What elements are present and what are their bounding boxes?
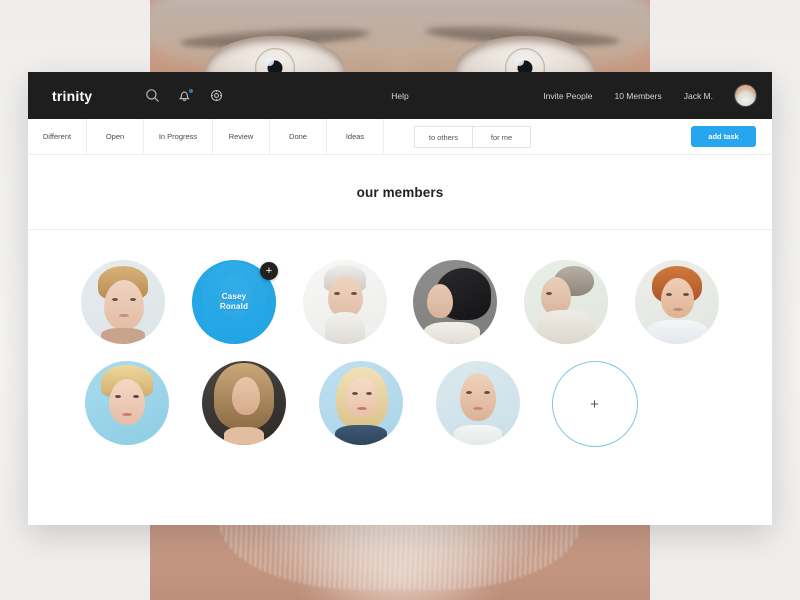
member-avatar-5[interactable]: [524, 260, 609, 344]
avatar-face: [108, 379, 145, 425]
member-avatar-6[interactable]: [634, 260, 719, 344]
section-header: our members: [28, 155, 772, 230]
avatar-mouth: [119, 314, 130, 317]
tab-bar: Different Open In Progress Review Done I…: [28, 119, 772, 155]
top-navigation-bar: trinity Help Invite People 10 Members Ja…: [28, 72, 772, 119]
members-count-label[interactable]: 10 Members: [614, 91, 661, 101]
members-grid: Casey Ronald + +: [28, 230, 772, 464]
notification-badge: [189, 89, 194, 93]
member-cell-5: [511, 260, 622, 344]
member-avatar-10[interactable]: [435, 361, 520, 445]
current-user-name[interactable]: Jack M.: [684, 91, 713, 101]
avatar-eye-right: [682, 293, 689, 296]
avatar-eye-right: [130, 298, 137, 301]
member-cell-1: [68, 260, 179, 344]
page-title: our members: [356, 184, 444, 200]
help-link[interactable]: Help: [391, 91, 408, 101]
avatar-eye-right: [350, 292, 357, 295]
member-avatar-4[interactable]: [413, 260, 498, 344]
member-avatar-3[interactable]: [302, 260, 387, 344]
member-cell-3: [289, 260, 400, 344]
avatar-face: [104, 280, 145, 330]
member-last-name: Ronald: [219, 302, 249, 311]
avatar-face: [231, 377, 260, 415]
gear-icon[interactable]: [209, 88, 224, 103]
add-member-cell: +: [536, 361, 653, 447]
avatar[interactable]: [735, 85, 756, 106]
app-logo[interactable]: trinity: [52, 88, 92, 104]
avatar-eye-right: [483, 391, 490, 394]
avatar-eye-left: [465, 391, 472, 394]
search-icon[interactable]: [145, 88, 160, 103]
members-row-1: Casey Ronald +: [68, 260, 732, 361]
avatar-beard: [324, 312, 365, 344]
topbar-right-group: Invite People 10 Members Jack M.: [543, 85, 756, 106]
members-row-2: +: [68, 361, 732, 464]
tab-different[interactable]: Different: [28, 119, 87, 154]
tab-ideas[interactable]: Ideas: [327, 119, 384, 154]
avatar-eye-right: [365, 392, 372, 395]
avatar-eye-left: [114, 395, 121, 398]
app-window: trinity Help Invite People 10 Members Ja…: [28, 72, 772, 525]
avatar-shoulder: [423, 322, 480, 344]
avatar-face: [427, 284, 454, 318]
member-cell-7: [68, 361, 185, 447]
scope-segmented-control: to others for me: [414, 126, 531, 148]
avatar-jacket: [334, 425, 387, 445]
invite-people-link[interactable]: Invite People: [543, 91, 592, 101]
tab-done[interactable]: Done: [270, 119, 327, 154]
member-cell-10: [419, 361, 536, 447]
member-cell-9: [302, 361, 419, 447]
member-avatar-9[interactable]: [318, 361, 403, 445]
avatar-face: [346, 377, 377, 417]
member-cell-4: [400, 260, 511, 344]
bell-icon[interactable]: [177, 88, 194, 103]
add-task-button[interactable]: add task: [691, 126, 756, 147]
avatar-mouth: [121, 413, 132, 416]
avatar-mouth: [472, 407, 483, 410]
avatar-shoulder: [223, 427, 264, 445]
member-avatar-8[interactable]: [201, 361, 286, 445]
tab-open[interactable]: Open: [87, 119, 144, 154]
avatar-mouth: [672, 308, 683, 311]
avatar-eye-left: [112, 298, 119, 301]
avatar-eye-left: [665, 293, 672, 296]
add-member-badge-icon[interactable]: +: [260, 262, 278, 280]
avatar-shirt: [646, 320, 707, 344]
member-name-label: Casey Ronald: [192, 292, 276, 312]
member-avatar-2[interactable]: Casey Ronald +: [192, 260, 278, 344]
segment-to-others[interactable]: to others: [414, 126, 473, 148]
segment-for-me[interactable]: for me: [473, 126, 531, 148]
avatar-eye-left: [351, 392, 358, 395]
member-cell-2: Casey Ronald +: [179, 260, 290, 344]
avatar-neck: [101, 328, 146, 344]
tab-review[interactable]: Review: [213, 119, 270, 154]
member-cell-6: [621, 260, 732, 344]
avatar-eye-left: [546, 292, 553, 295]
member-avatar-1[interactable]: [81, 260, 166, 344]
avatar-eye-left: [333, 292, 340, 295]
add-member-button[interactable]: +: [551, 361, 638, 447]
avatar-shirt: [453, 425, 502, 445]
avatar-mouth: [356, 407, 367, 410]
avatar-face: [459, 373, 496, 421]
avatar-dress: [537, 310, 596, 344]
member-first-name: Casey: [221, 292, 247, 301]
tab-in-progress[interactable]: In Progress: [144, 119, 213, 154]
topbar-icon-group: [145, 88, 224, 103]
avatar-face: [660, 278, 694, 318]
member-cell-8: [185, 361, 302, 447]
avatar-eye-right: [132, 395, 139, 398]
member-avatar-7[interactable]: [84, 361, 169, 445]
